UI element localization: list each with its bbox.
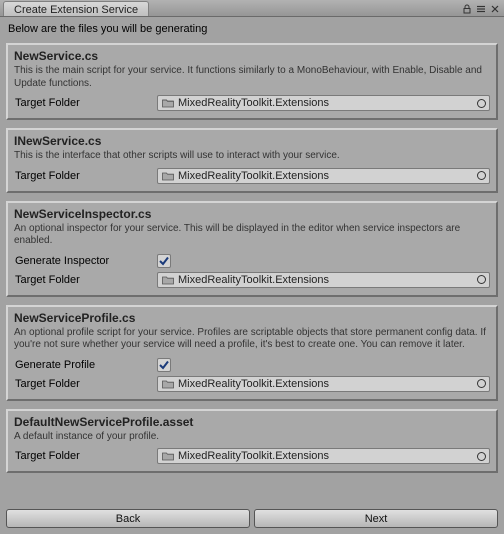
target-folder-value: MixedRealityToolkit.Extensions: [178, 378, 329, 390]
intro-text: Below are the files you will be generati…: [0, 17, 504, 43]
window-tab[interactable]: Create Extension Service: [3, 1, 149, 16]
target-folder-field[interactable]: MixedRealityToolkit.Extensions: [157, 272, 490, 288]
menu-icon[interactable]: [476, 4, 486, 14]
window-controls: [458, 0, 504, 16]
target-folder-field[interactable]: MixedRealityToolkit.Extensions: [157, 448, 490, 464]
generate-inspector-label: Generate Inspector: [14, 255, 157, 267]
target-folder-value: MixedRealityToolkit.Extensions: [178, 97, 329, 109]
target-folder-field[interactable]: MixedRealityToolkit.Extensions: [157, 95, 490, 111]
bottom-bar: Back Next: [6, 509, 498, 528]
generate-profile-label: Generate Profile: [14, 359, 157, 371]
target-folder-row: Target Folder MixedRealityToolkit.Extens…: [14, 447, 490, 465]
generate-inspector-row: Generate Inspector: [14, 252, 490, 270]
next-button-label: Next: [365, 513, 388, 525]
panel-title: INewService.cs: [14, 134, 490, 148]
target-folder-label: Target Folder: [14, 97, 157, 109]
target-folder-row: Target Folder MixedRealityToolkit.Extens…: [14, 271, 490, 289]
object-picker-icon[interactable]: [476, 451, 486, 461]
panel-default-asset: DefaultNewServiceProfile.asset A default…: [6, 409, 498, 474]
target-folder-field[interactable]: MixedRealityToolkit.Extensions: [157, 168, 490, 184]
target-folder-value: MixedRealityToolkit.Extensions: [178, 170, 329, 182]
object-picker-icon[interactable]: [476, 275, 486, 285]
back-button[interactable]: Back: [6, 509, 250, 528]
target-folder-value: MixedRealityToolkit.Extensions: [178, 450, 329, 462]
generate-profile-row: Generate Profile: [14, 356, 490, 374]
target-folder-label: Target Folder: [14, 170, 157, 182]
panel-inew-service: INewService.cs This is the interface tha…: [6, 128, 498, 193]
target-folder-row: Target Folder MixedRealityToolkit.Extens…: [14, 167, 490, 185]
target-folder-row: Target Folder MixedRealityToolkit.Extens…: [14, 94, 490, 112]
folder-icon: [162, 171, 174, 181]
target-folder-label: Target Folder: [14, 378, 157, 390]
target-folder-label: Target Folder: [14, 274, 157, 286]
folder-icon: [162, 451, 174, 461]
panel-profile: NewServiceProfile.cs An optional profile…: [6, 305, 498, 401]
generate-profile-checkbox[interactable]: [157, 358, 171, 372]
panel-desc: This is the main script for your service…: [14, 65, 490, 90]
close-icon[interactable]: [490, 4, 500, 14]
panel-inspector: NewServiceInspector.cs An optional inspe…: [6, 201, 498, 297]
titlebar: Create Extension Service: [0, 0, 504, 17]
folder-icon: [162, 275, 174, 285]
panel-desc: A default instance of your profile.: [14, 431, 490, 444]
target-folder-row: Target Folder MixedRealityToolkit.Extens…: [14, 375, 490, 393]
panel-desc: An optional profile script for your serv…: [14, 327, 490, 352]
panel-new-service: NewService.cs This is the main script fo…: [6, 43, 498, 120]
panel-title: NewServiceProfile.cs: [14, 311, 490, 325]
folder-icon: [162, 98, 174, 108]
panel-desc: An optional inspector for your service. …: [14, 223, 490, 248]
panel-title: NewService.cs: [14, 49, 490, 63]
target-folder-field[interactable]: MixedRealityToolkit.Extensions: [157, 376, 490, 392]
window-title: Create Extension Service: [14, 4, 138, 16]
object-picker-icon[interactable]: [476, 171, 486, 181]
back-button-label: Back: [116, 513, 140, 525]
target-folder-value: MixedRealityToolkit.Extensions: [178, 274, 329, 286]
object-picker-icon[interactable]: [476, 98, 486, 108]
generate-inspector-checkbox[interactable]: [157, 254, 171, 268]
target-folder-label: Target Folder: [14, 450, 157, 462]
panel-title: NewServiceInspector.cs: [14, 207, 490, 221]
object-picker-icon[interactable]: [476, 379, 486, 389]
next-button[interactable]: Next: [254, 509, 498, 528]
folder-icon: [162, 379, 174, 389]
panel-title: DefaultNewServiceProfile.asset: [14, 415, 490, 429]
lock-icon[interactable]: [462, 4, 472, 14]
panel-desc: This is the interface that other scripts…: [14, 150, 490, 163]
